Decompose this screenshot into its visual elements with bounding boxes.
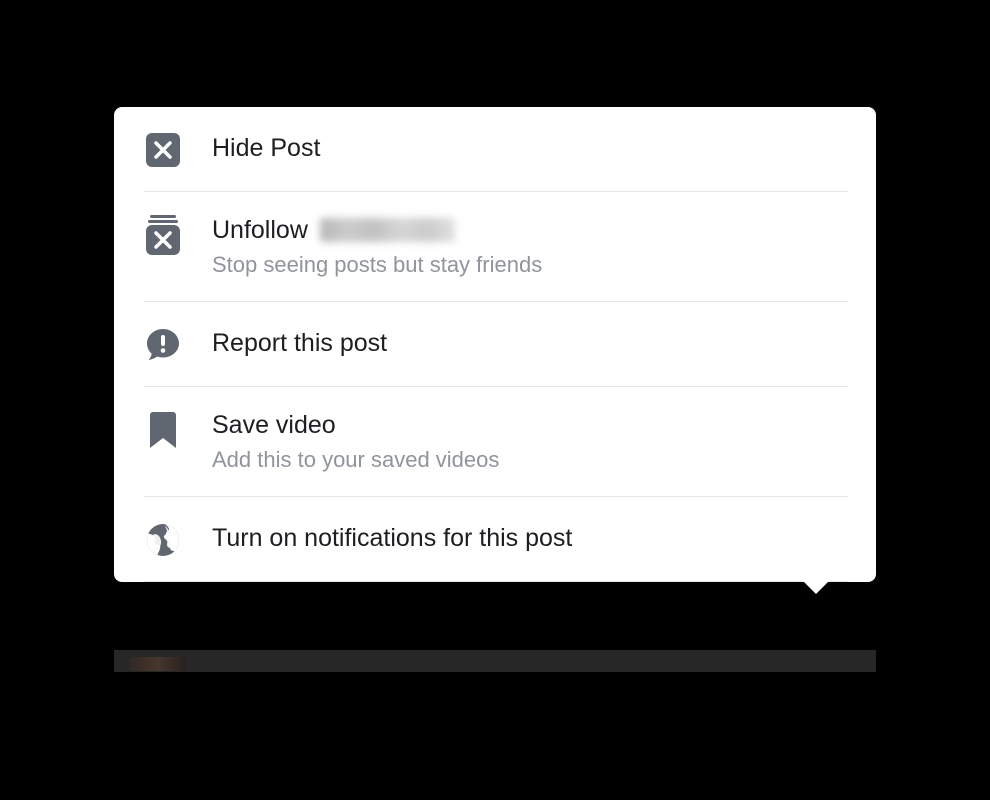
menu-item-text: Turn on notifications for this post — [212, 519, 572, 557]
menu-item-text: Hide Post — [212, 129, 320, 167]
menu-item-notifications[interactable]: Turn on notifications for this post — [144, 497, 848, 582]
menu-item-subtitle: Stop seeing posts but stay friends — [212, 251, 542, 280]
menu-item-title: Turn on notifications for this post — [212, 522, 572, 555]
menu-item-subtitle: Add this to your saved videos — [212, 446, 499, 475]
obscured-name — [320, 218, 455, 242]
menu-item-text: Report this post — [212, 324, 387, 362]
menu-item-title: Unfollow — [212, 214, 308, 247]
menu-item-hide-post[interactable]: Hide Post — [144, 107, 848, 192]
popup-arrow — [802, 580, 830, 594]
menu-item-title: Report this post — [212, 327, 387, 360]
background-thumbnail-hint — [130, 657, 186, 671]
menu-item-title: Hide Post — [212, 132, 320, 165]
unfollow-icon — [144, 216, 182, 254]
menu-item-title: Save video — [212, 409, 336, 442]
bookmark-icon — [144, 411, 182, 449]
post-options-menu: Hide Post Unfollow Stop seeing posts but… — [114, 107, 876, 582]
menu-item-unfollow[interactable]: Unfollow Stop seeing posts but stay frie… — [144, 192, 848, 302]
close-box-icon — [144, 131, 182, 169]
menu-item-text: Unfollow Stop seeing posts but stay frie… — [212, 214, 542, 279]
globe-icon — [144, 521, 182, 559]
menu-item-report[interactable]: Report this post — [144, 302, 848, 387]
background-shadow — [114, 650, 876, 672]
report-icon — [144, 326, 182, 364]
menu-item-text: Save video Add this to your saved videos — [212, 409, 499, 474]
menu-item-save-video[interactable]: Save video Add this to your saved videos — [144, 387, 848, 497]
